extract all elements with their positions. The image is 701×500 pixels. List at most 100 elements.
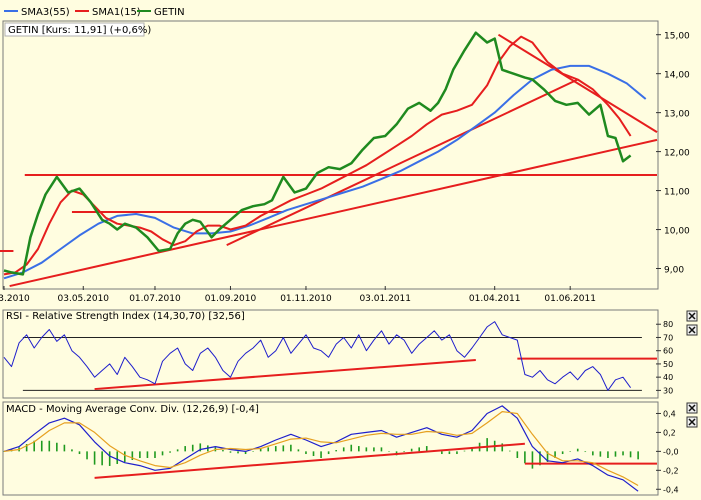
stock-chart: SMA3(55) SMA1(15) GETIN GETIN [Kurs: 11,… bbox=[0, 0, 701, 500]
macd-histogram-bar bbox=[561, 451, 564, 455]
macd-histogram-bar bbox=[86, 451, 88, 460]
macd-histogram-bar bbox=[312, 451, 315, 457]
macd-histogram-bar bbox=[410, 448, 413, 452]
macd-histogram-bar bbox=[365, 447, 368, 452]
y-tick-label: 11,00 bbox=[664, 188, 690, 198]
macd-histogram-bar bbox=[584, 451, 587, 453]
rsi-y-tick-label: 30 bbox=[663, 386, 673, 395]
x-tick-label: 01.07.2010 bbox=[129, 294, 181, 304]
macd-histogram-bar bbox=[592, 451, 594, 456]
rsi-y-tick-label: 40 bbox=[663, 373, 673, 382]
macd-histogram-bar bbox=[252, 451, 254, 452]
macd-y-tick-label: 0,4 bbox=[663, 409, 676, 418]
rsi-pane-close-button[interactable] bbox=[686, 310, 698, 322]
macd-histogram-bar bbox=[71, 449, 73, 452]
y-tick-label: 15,00 bbox=[664, 32, 690, 42]
macd-histogram-bar bbox=[388, 451, 390, 452]
macd-histogram-bar bbox=[48, 440, 51, 452]
y-tick-label: 13,00 bbox=[664, 110, 690, 120]
legend-label-sma1: SMA1(15) bbox=[92, 7, 141, 18]
macd-histogram-bar bbox=[56, 442, 58, 452]
macd-histogram-bar bbox=[123, 451, 126, 462]
macd-histogram-bar bbox=[508, 450, 511, 452]
macd-histogram-bar bbox=[93, 451, 96, 465]
macd-histogram-bar bbox=[441, 451, 443, 455]
x-tick-label: 03.05.2010 bbox=[58, 294, 110, 304]
macd-histogram-bar bbox=[456, 451, 458, 455]
macd-histogram-bar bbox=[222, 450, 224, 452]
macd-histogram-bar bbox=[607, 451, 609, 458]
macd-histogram-bar bbox=[101, 451, 103, 466]
macd-y-tick-label: 0,2 bbox=[663, 428, 676, 437]
macd-histogram-bar bbox=[614, 451, 617, 457]
macd-histogram-bar bbox=[358, 446, 360, 452]
macd-y-tick-label: -0,4 bbox=[663, 485, 679, 494]
macd-histogram-bar bbox=[350, 444, 353, 452]
macd-histogram-bar bbox=[267, 447, 270, 452]
rsi-pane-close-button-2[interactable] bbox=[686, 324, 698, 336]
macd-pane-title: MACD - Moving Average Conv. Div. (12,26,… bbox=[6, 404, 259, 415]
legend-label-getin: GETIN bbox=[154, 7, 185, 18]
macd-y-tick-label: -0,0 bbox=[663, 447, 679, 456]
rsi-pane-title: RSI - Relative Strength Index (14,30,70)… bbox=[6, 311, 245, 322]
x-tick-label: 01.04.2011 bbox=[469, 294, 521, 304]
macd-histogram-bar bbox=[116, 451, 119, 464]
macd-histogram-bar bbox=[139, 451, 141, 458]
macd-histogram-bar bbox=[78, 451, 81, 455]
chart-window: SMA3(55) SMA1(15) GETIN GETIN [Kurs: 11,… bbox=[0, 0, 701, 500]
macd-histogram-bar bbox=[229, 451, 232, 453]
legend-label-sma3: SMA3(55) bbox=[21, 7, 70, 18]
macd-histogram-bar bbox=[108, 451, 111, 466]
macd-histogram-bar bbox=[184, 446, 186, 452]
x-tick-label: 01.09.2010 bbox=[205, 294, 257, 304]
macd-histogram-bar bbox=[237, 451, 239, 454]
macd-pane-close-button-2[interactable] bbox=[686, 416, 698, 428]
macd-histogram-bar bbox=[176, 449, 179, 452]
macd-histogram-bar bbox=[637, 451, 639, 460]
macd-histogram-bar bbox=[297, 449, 300, 452]
macd-histogram-bar bbox=[191, 444, 194, 452]
x-tick-label: 03.01.2011 bbox=[359, 294, 411, 304]
macd-histogram-bar bbox=[463, 450, 466, 452]
macd-histogram-bar bbox=[486, 438, 488, 452]
macd-histogram-bar bbox=[516, 451, 519, 458]
macd-histogram-bar bbox=[63, 444, 66, 452]
macd-histogram-bar bbox=[599, 451, 602, 457]
x-tick-label: 01.03.2010 bbox=[0, 294, 30, 304]
legend: SMA3(55) SMA1(15) GETIN bbox=[4, 7, 185, 18]
macd-histogram-bar bbox=[161, 451, 164, 456]
x-tick-label: 01.06.2011 bbox=[544, 294, 596, 304]
macd-pane-close-button[interactable] bbox=[686, 402, 698, 414]
macd-histogram-bar bbox=[335, 450, 337, 452]
rsi-y-tick-label: 70 bbox=[663, 333, 673, 342]
rsi-pane: RSI - Relative Strength Index (14,30,70)… bbox=[2, 309, 698, 399]
x-tick-label: 01.11.2010 bbox=[280, 294, 332, 304]
macd-histogram-bar bbox=[40, 440, 43, 452]
rsi-y-tick-label: 50 bbox=[663, 360, 673, 369]
price-pane: GETIN [Kurs: 11,91] (+0,6%) 01.03.2010 03… bbox=[0, 20, 690, 304]
macd-histogram-bar bbox=[305, 451, 307, 455]
macd-histogram-bar bbox=[327, 451, 330, 455]
macd-histogram-bar bbox=[380, 447, 383, 452]
price-pane-title: GETIN [Kurs: 11,91] (+0,6%) bbox=[8, 25, 151, 36]
y-tick-label: 10,00 bbox=[664, 227, 690, 237]
rsi-y-tick-label: 80 bbox=[663, 320, 673, 329]
macd-histogram-bar bbox=[274, 446, 277, 452]
macd-histogram-bar bbox=[169, 451, 171, 453]
macd-histogram-bar bbox=[146, 451, 149, 458]
macd-histogram-bar bbox=[622, 451, 624, 456]
y-tick-label: 9,00 bbox=[664, 266, 684, 276]
y-tick-label: 14,00 bbox=[664, 71, 690, 81]
rsi-y-tick-label: 60 bbox=[663, 347, 673, 356]
macd-histogram-bar bbox=[576, 448, 579, 452]
macd-histogram-bar bbox=[629, 451, 632, 458]
price-pane-frame bbox=[2, 20, 659, 290]
macd-histogram-bar bbox=[373, 447, 375, 452]
macd-histogram-bar bbox=[524, 451, 526, 464]
macd-y-tick-label: -0,2 bbox=[663, 466, 679, 475]
macd-histogram-bar bbox=[342, 447, 345, 452]
macd-histogram-bar bbox=[282, 445, 285, 452]
macd-histogram-bar bbox=[320, 451, 322, 458]
macd-histogram-bar bbox=[403, 451, 405, 453]
macd-histogram-bar bbox=[418, 447, 421, 452]
